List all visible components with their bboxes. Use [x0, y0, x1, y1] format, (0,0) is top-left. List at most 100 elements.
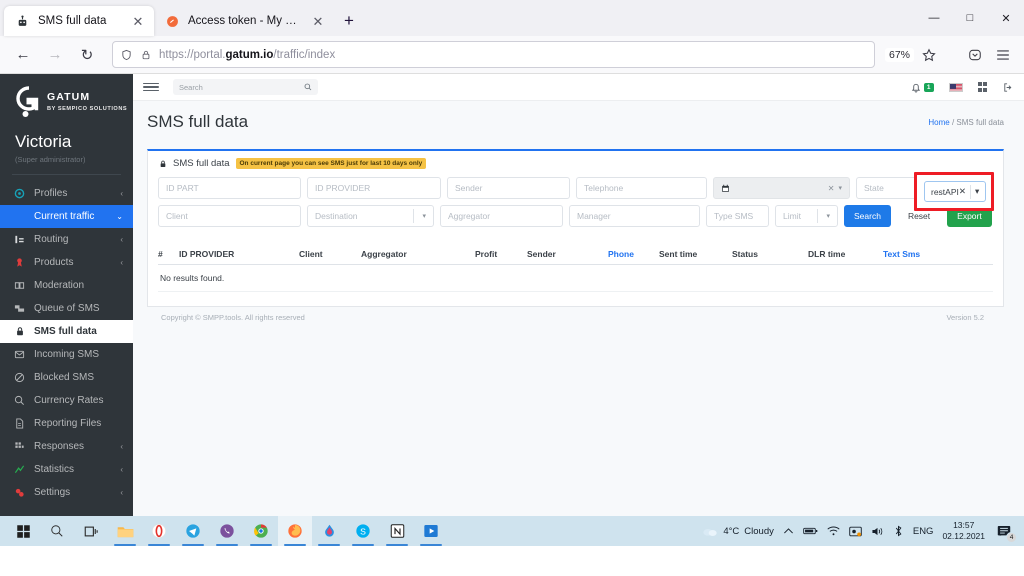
- notifications-icon[interactable]: 1: [910, 82, 934, 93]
- sidebar-item-statistics[interactable]: Statistics ‹: [0, 458, 133, 481]
- pocket-icon[interactable]: [962, 42, 988, 68]
- column-header-profit[interactable]: Profit: [475, 249, 527, 259]
- clock-date: 02.12.2021: [942, 531, 985, 541]
- maximize-icon[interactable]: □: [952, 0, 988, 36]
- sidebar-item-profiles[interactable]: Profiles ‹: [0, 182, 133, 205]
- column-header-sent-time[interactable]: Sent time: [659, 249, 732, 259]
- notion-icon[interactable]: [380, 516, 414, 546]
- taskbar-search-icon[interactable]: [40, 516, 74, 546]
- chevron-down-icon[interactable]: ▾: [422, 212, 426, 220]
- task-view-icon[interactable]: [74, 516, 108, 546]
- chevron-down-icon[interactable]: ▾: [838, 184, 842, 192]
- sidebar-item-reporting-files[interactable]: Reporting Files: [0, 412, 133, 435]
- sidebar-item-label: Moderation: [34, 280, 85, 291]
- sidebar-item-sms-full-data[interactable]: SMS full data: [0, 320, 133, 343]
- id-provider-input[interactable]: ID PROVIDER: [307, 177, 441, 199]
- chrome-icon[interactable]: [244, 516, 278, 546]
- column-header-client[interactable]: Client: [299, 249, 361, 259]
- windows-start-icon[interactable]: [6, 516, 40, 546]
- sidebar-item-moderation[interactable]: Moderation: [0, 274, 133, 297]
- search-input[interactable]: Search: [173, 79, 318, 95]
- zoom-level-indicator[interactable]: 67%: [884, 47, 914, 62]
- column-header-dlr-time[interactable]: DLR time: [808, 249, 883, 259]
- column-header-phone[interactable]: Phone: [608, 249, 659, 259]
- back-icon[interactable]: ←: [8, 40, 38, 70]
- chevron-up-icon[interactable]: [783, 527, 794, 535]
- forward-icon[interactable]: →: [40, 40, 70, 70]
- manager-input[interactable]: Manager: [569, 205, 700, 227]
- new-tab-button[interactable]: +: [334, 6, 364, 36]
- browser-tab-sms-full-data[interactable]: SMS full data ✕: [4, 6, 154, 36]
- empty-state-message: No results found.: [158, 265, 993, 292]
- type-sms-input[interactable]: Type SMS: [706, 205, 769, 227]
- sidebar-item-products[interactable]: Products ‹: [0, 251, 133, 274]
- state-input[interactable]: State: [856, 177, 918, 199]
- breadcrumb-separator: /: [951, 117, 955, 127]
- restapi-select[interactable]: restAPI ✕ ▾: [924, 181, 986, 202]
- breadcrumb-home-link[interactable]: Home: [928, 118, 949, 127]
- clear-icon[interactable]: ✕: [828, 184, 835, 193]
- minimize-icon[interactable]: —: [916, 0, 952, 36]
- sidebar-item-routing[interactable]: Routing ‹: [0, 228, 133, 251]
- notification-center-icon[interactable]: 4: [994, 520, 1017, 543]
- chevron-down-icon[interactable]: ▾: [975, 186, 979, 197]
- onedrive-icon[interactable]: [849, 526, 862, 537]
- sender-input[interactable]: Sender: [447, 177, 570, 199]
- language-indicator[interactable]: ENG: [913, 526, 934, 537]
- close-window-icon[interactable]: ✕: [988, 0, 1024, 36]
- search-icon[interactable]: [304, 83, 312, 91]
- browser-tab-access-token[interactable]: Access token - My Workspace ✕: [154, 6, 334, 36]
- us-flag-icon[interactable]: [948, 82, 963, 92]
- water-drop-icon[interactable]: [312, 516, 346, 546]
- sidebar-item-label: Reporting Files: [34, 418, 102, 429]
- sidebar-item-blocked-sms[interactable]: Blocked SMS: [0, 366, 133, 389]
- telegram-icon[interactable]: [176, 516, 210, 546]
- date-range-picker[interactable]: ✕ ▾: [713, 177, 850, 199]
- column-header-sender[interactable]: Sender: [527, 249, 608, 259]
- apps-grid-icon[interactable]: [977, 82, 987, 92]
- column-header-aggregator[interactable]: Aggregator: [361, 249, 475, 259]
- sidebar-item-settings[interactable]: Settings ‹: [0, 481, 133, 504]
- sidebar-item-currency-rates[interactable]: Currency Rates: [0, 389, 133, 412]
- opera-icon[interactable]: [142, 516, 176, 546]
- chevron-down-icon[interactable]: ▾: [826, 212, 830, 220]
- clock-widget[interactable]: 13:57 02.12.2021: [942, 520, 985, 541]
- clear-icon[interactable]: ✕: [959, 186, 966, 197]
- hamburger-icon[interactable]: [143, 82, 159, 92]
- wifi-icon[interactable]: [827, 526, 840, 536]
- column-header-status[interactable]: Status: [732, 249, 808, 259]
- media-player-icon[interactable]: [414, 516, 448, 546]
- destination-select[interactable]: Destination ▾: [307, 205, 434, 227]
- column-header-id-provider[interactable]: ID PROVIDER: [179, 249, 299, 259]
- telephone-input[interactable]: Telephone: [576, 177, 707, 199]
- id-part-input[interactable]: ID PART: [158, 177, 301, 199]
- sidebar-item-responses[interactable]: Responses ‹: [0, 435, 133, 458]
- close-icon[interactable]: ✕: [130, 13, 146, 29]
- skype-icon[interactable]: S: [346, 516, 380, 546]
- sidebar-item-queue-of-sms[interactable]: Queue of SMS: [0, 297, 133, 320]
- address-bar[interactable]: https://portal.gatum.io/traffic/index: [112, 41, 875, 68]
- battery-icon[interactable]: [803, 526, 818, 536]
- hamburger-menu-icon[interactable]: [990, 42, 1016, 68]
- column-header-index[interactable]: #: [158, 249, 179, 259]
- page-header: SMS full data Home / SMS full data: [133, 101, 1024, 143]
- sidebar-item-label: Profiles: [34, 188, 68, 199]
- volume-icon[interactable]: [871, 526, 884, 537]
- aggregator-input[interactable]: Aggregator: [440, 205, 563, 227]
- logout-icon[interactable]: [1002, 82, 1014, 93]
- bluetooth-icon[interactable]: [893, 525, 904, 537]
- sidebar-item-current-traffic[interactable]: Current traffic ⌄: [0, 205, 133, 228]
- client-input[interactable]: Client: [158, 205, 301, 227]
- column-header-text-sms[interactable]: Text Sms: [883, 249, 993, 259]
- sidebar-item-incoming-sms[interactable]: Incoming SMS: [0, 343, 133, 366]
- search-button[interactable]: Search: [844, 205, 891, 227]
- reload-icon[interactable]: ↻: [72, 40, 102, 70]
- limit-select[interactable]: Limit ▾: [775, 205, 838, 227]
- brand-logo-block[interactable]: GATUM BY SEMPICO SOLUTIONS: [0, 74, 133, 127]
- star-icon[interactable]: [916, 42, 942, 68]
- file-explorer-icon[interactable]: [108, 516, 142, 546]
- close-icon[interactable]: ✕: [310, 13, 326, 29]
- firefox-icon[interactable]: [278, 516, 312, 546]
- viber-icon[interactable]: [210, 516, 244, 546]
- weather-widget[interactable]: 4°C Cloudy: [702, 516, 774, 546]
